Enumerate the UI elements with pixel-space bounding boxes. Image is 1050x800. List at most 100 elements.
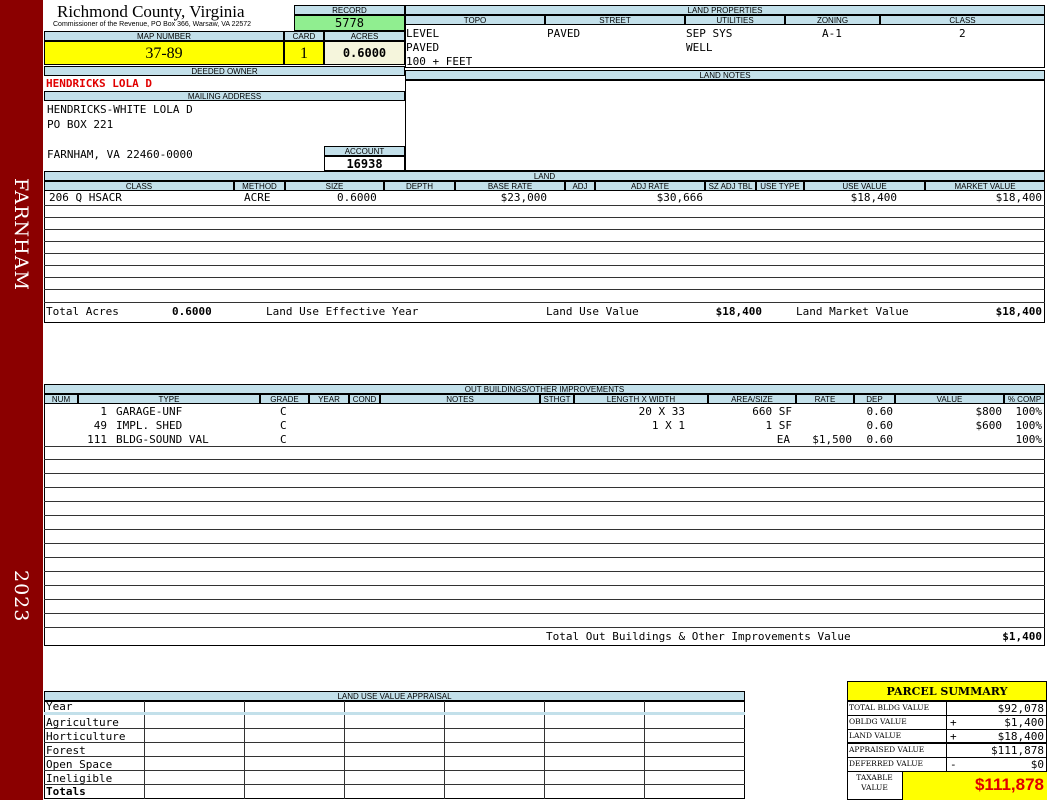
row-line	[44, 205, 1045, 206]
county-title: Richmond County, Virginia	[57, 2, 245, 21]
land-market-value-label: Land Market Value	[796, 305, 909, 318]
ob-col-sthgt: STHGT	[540, 394, 574, 404]
district-sidebar: FARNHAM 2023	[0, 0, 43, 800]
row-line	[44, 585, 1045, 586]
land-row-base-rate: $23,000	[500, 191, 547, 204]
acres-value: 0.6000	[324, 41, 405, 65]
ob-col-year: YEAR	[309, 394, 349, 404]
summary-label: DEFERRED VALUE	[849, 759, 924, 768]
row-line	[44, 627, 1045, 628]
ob-type: IMPL. SHED	[116, 419, 183, 432]
row-line	[44, 277, 1045, 278]
ob-num: 1	[100, 405, 107, 418]
land-properties-header: LAND PROPERTIES	[405, 5, 1045, 15]
ob-grade: C	[280, 405, 287, 418]
ob-area: 660 SF	[752, 405, 792, 418]
total-acres-label: Total Acres	[46, 305, 119, 318]
utilities-value: WELL	[686, 41, 713, 54]
ob-col-rate: RATE	[796, 394, 854, 404]
land-row-use-value: $18,400	[850, 191, 897, 204]
row-line	[44, 265, 1045, 266]
col-class: CLASS	[880, 15, 1045, 25]
ob-col-grade: GRADE	[260, 394, 309, 404]
land-col-use-value: USE VALUE	[804, 181, 925, 191]
land-use-value-label: Land Use Value	[546, 305, 639, 318]
summary-value: $0	[1030, 758, 1044, 771]
mailing-line: HENDRICKS-WHITE LOLA D	[47, 103, 193, 116]
land-col-method: METHOD	[234, 181, 285, 191]
ob-lxw: 1 X 1	[651, 419, 685, 432]
ob-area: EA	[776, 433, 790, 446]
row-line	[44, 241, 1045, 242]
row-line	[44, 501, 1045, 502]
land-row-method: ACRE	[244, 191, 271, 204]
row-line	[44, 473, 1045, 474]
land-notes-box	[405, 80, 1045, 171]
land-use-value: $18,400	[715, 305, 762, 318]
summary-value: $111,878	[991, 744, 1044, 757]
row-line	[44, 770, 745, 771]
outbuildings-header: OUT BUILDINGS/OTHER IMPROVEMENTS	[44, 384, 1045, 394]
map-number: 37-89	[44, 41, 284, 65]
land-row-market-value: $18,400	[995, 191, 1042, 204]
lu-row-label: Agriculture	[46, 716, 119, 729]
taxable-label-1: TAXABLE	[856, 773, 893, 782]
row-line	[44, 529, 1045, 530]
summary-label: APPRAISED VALUE	[849, 745, 925, 754]
lu-row-label: Horticulture	[46, 730, 126, 743]
row-line	[44, 756, 745, 757]
topo-value: 100 + FEET	[406, 55, 473, 68]
ob-comp: 100%	[1015, 419, 1043, 432]
land-use-appraisal-header: LAND USE VALUE APPRAISAL	[44, 691, 745, 701]
ob-num: 49	[93, 419, 107, 432]
ob-num: 111	[87, 433, 107, 446]
row-line	[44, 543, 1045, 544]
ob-total-label: Total Out Buildings & Other Improvements…	[546, 630, 851, 643]
ob-type: GARAGE-UNF	[116, 405, 183, 418]
row-line	[44, 571, 1045, 572]
row-line	[44, 487, 1045, 488]
land-col-market-value: MARKET VALUE	[925, 181, 1045, 191]
row-band	[44, 712, 745, 715]
ob-comp: 100%	[1015, 433, 1043, 446]
ob-col-notes: NOTES	[380, 394, 540, 404]
mailing-address-header: MAILING ADDRESS	[44, 91, 405, 101]
row-line	[44, 446, 1045, 447]
summary-label: OBLDG VALUE	[849, 717, 907, 726]
acres-header: ACRES	[324, 31, 405, 41]
parcel-summary-title: PARCEL SUMMARY	[847, 681, 1047, 701]
utilities-value: SEP SYS	[686, 27, 733, 40]
effective-year-label: Land Use Effective Year	[266, 305, 419, 318]
land-notes-header: LAND NOTES	[405, 70, 1045, 80]
zoning-value: A-1	[822, 27, 842, 40]
land-header: LAND	[44, 171, 1045, 181]
land-col-class: CLASS	[44, 181, 234, 191]
col-street: STREET	[545, 15, 685, 25]
ob-grade: C	[280, 419, 287, 432]
account-number: 16938	[324, 156, 405, 171]
mailing-line: PO BOX 221	[47, 118, 114, 131]
land-row-class: 206 Q HSACR	[49, 191, 122, 204]
street-value: PAVED	[547, 27, 581, 40]
ob-total-value: $1,400	[1002, 630, 1042, 643]
mailing-line: FARNHAM, VA 22460-0000	[47, 148, 193, 161]
land-col-size: SIZE	[285, 181, 384, 191]
deeded-owner-name: HENDRICKS LOLA D	[46, 77, 152, 90]
ob-col-cond: COND	[349, 394, 380, 404]
account-header: ACCOUNT	[324, 146, 405, 156]
row-line	[44, 784, 745, 785]
ob-area: 1 SF	[765, 419, 793, 432]
record-value: 5778	[294, 15, 405, 31]
ob-col-lxw: LENGTH X WIDTH	[574, 394, 708, 404]
tax-year: 2023	[10, 570, 32, 623]
col-utilities: UTILITIES	[685, 15, 785, 25]
summary-label: LAND VALUE	[849, 731, 902, 740]
row-line	[44, 253, 1045, 254]
ob-col-value: VALUE	[895, 394, 1004, 404]
commissioner-address: Commissioner of the Revenue, PO Box 366,…	[53, 21, 252, 28]
ob-dep: 0.60	[866, 419, 894, 432]
card-header: CARD	[284, 31, 324, 41]
land-col-sz-adj: SZ ADJ TBL	[705, 181, 756, 191]
ob-col-dep: DEP	[854, 394, 895, 404]
land-row-adj-rate: $30,666	[656, 191, 703, 204]
